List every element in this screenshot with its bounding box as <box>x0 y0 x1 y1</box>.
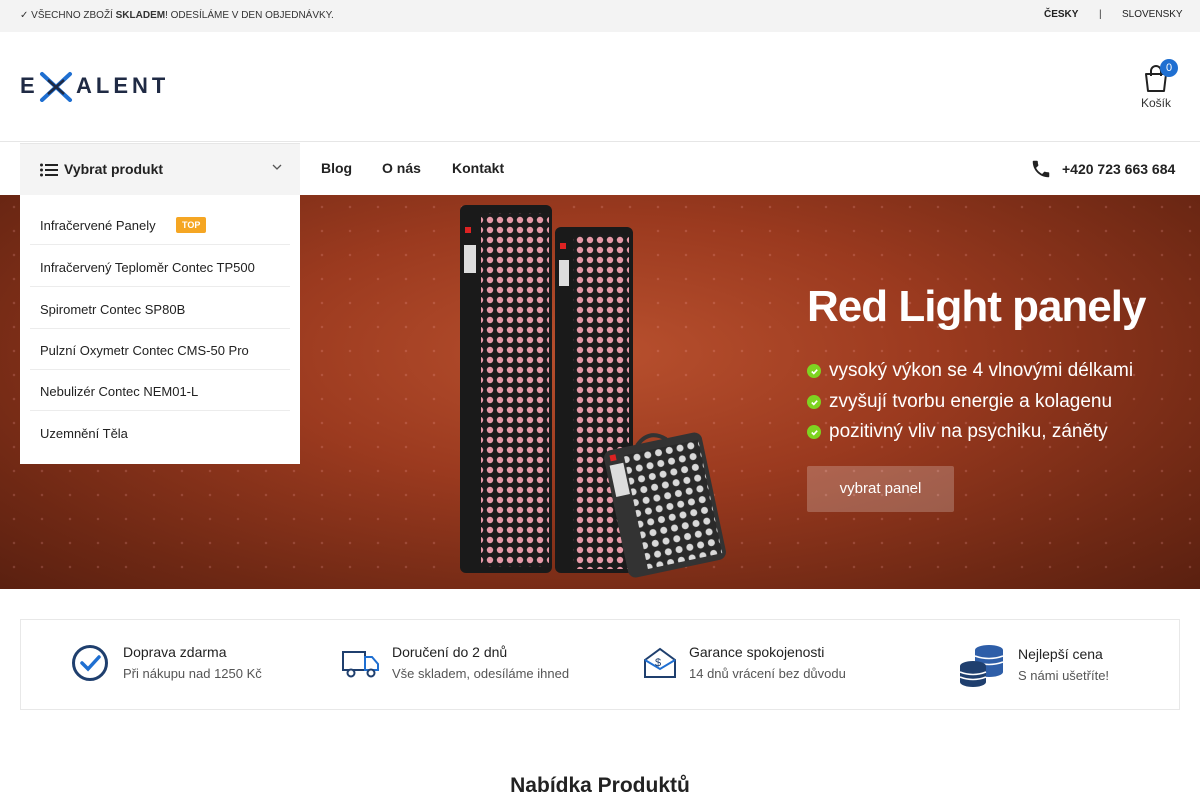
dropdown-item-label: Nebulizér Contec NEM01-L <box>40 384 199 399</box>
dropdown-item-label: Infračervený Teploměr Contec TP500 <box>40 260 255 275</box>
red-light-panel-image <box>460 205 726 578</box>
promo-text: ✓ VŠECHNO ZBOŽÍ SKLADEM! ODESÍLÁME V DEN… <box>20 10 334 21</box>
check-icon <box>807 425 821 439</box>
svg-text:$: $ <box>655 657 661 669</box>
dropdown-item[interactable]: Infračervené Panely TOP <box>30 204 290 245</box>
hero-bullet: pozitivný vliv na psychiku, záněty <box>807 420 1108 444</box>
dropdown-item[interactable]: Infračervený Teploměr Contec TP500 <box>30 246 290 287</box>
hero-bullet-text: pozitivný vliv na psychiku, záněty <box>829 421 1108 442</box>
promo-bold: SKLADEM <box>115 10 166 21</box>
phone-icon <box>1032 160 1050 178</box>
category-menu-button[interactable]: Vybrat produkt <box>20 143 300 195</box>
dropdown-item[interactable]: Pulzní Oxymetr Contec CMS-50 Pro <box>30 329 290 370</box>
feature-free-shipping: Doprava zdarma Při nákupu nad 1250 Kč <box>71 620 321 711</box>
cart-count-badge: 0 <box>1160 59 1178 77</box>
check-icon <box>807 395 821 409</box>
feature-title: Garance spokojenosti <box>689 644 825 660</box>
logo[interactable]: E ALENT <box>20 70 165 102</box>
features-bar: Doprava zdarma Při nákupu nad 1250 Kč Do… <box>20 619 1180 710</box>
lang-slovak-link[interactable]: SLOVENSKY <box>1122 9 1183 20</box>
choose-panel-button[interactable]: vybrat panel <box>807 466 954 512</box>
feature-subtitle: Při nákupu nad 1250 Kč <box>123 666 262 681</box>
dropdown-item-label: Pulzní Oxymetr Contec CMS-50 Pro <box>40 343 249 358</box>
top-badge: TOP <box>176 217 207 233</box>
feature-satisfaction: $ Garance spokojenosti 14 dnů vrácení be… <box>643 620 903 711</box>
check-circle-icon <box>72 645 108 681</box>
feature-subtitle: Vše skladem, odesíláme ihned <box>392 666 570 681</box>
promo-rest: ! ODESÍLÁME V DEN OBJEDNÁVKY. <box>165 10 334 21</box>
feature-title: Nejlepší cena <box>1018 646 1103 662</box>
logo-mark: E ALENT <box>20 72 165 102</box>
lang-czech-link[interactable]: ČESKY <box>1044 9 1078 20</box>
hero-bullet: vysoký výkon se 4 vlnovými délkami <box>807 359 1133 383</box>
dropdown-item-label: Spirometr Contec SP80B <box>40 302 186 317</box>
feature-delivery: Doručení do 2 dnů Vše skladem, odesíláme… <box>341 620 621 711</box>
dropdown-item[interactable]: Uzemnění Těla <box>30 412 290 453</box>
hero-bullet-text: zvyšují tvorbu energie a kolagenu <box>829 391 1113 412</box>
hero-bullet-text: vysoký výkon se 4 vlnovými délkami <box>829 360 1134 381</box>
dropdown-item-label: Infračervené Panely <box>40 218 156 233</box>
lang-separator: | <box>1099 9 1102 20</box>
cart-label: Košík <box>1140 96 1171 110</box>
main-nav: Vybrat produkt Blog O nás Kontakt +420 7… <box>0 143 1200 195</box>
phone-number: +420 723 663 684 <box>1062 161 1176 177</box>
promo-prefix: ✓ VŠECHNO ZBOŽÍ <box>20 10 116 21</box>
dropdown-item-label: Uzemnění Těla <box>40 426 128 441</box>
category-menu-label: Vybrat produkt <box>64 161 164 177</box>
category-dropdown: Infračervené Panely TOP Infračervený Tep… <box>20 195 300 464</box>
feature-subtitle: S námi ušetříte! <box>1018 668 1110 683</box>
nav-link-blog[interactable]: Blog <box>321 160 352 176</box>
svg-text:E: E <box>20 73 38 98</box>
nav-link-contact[interactable]: Kontakt <box>452 160 504 176</box>
feature-subtitle: 14 dnů vrácení bez důvodu <box>689 666 846 681</box>
site-header: E ALENT 0 Košík <box>0 32 1200 142</box>
feature-title: Doručení do 2 dnů <box>392 644 508 660</box>
truck-icon <box>342 651 379 678</box>
feature-title: Doprava zdarma <box>123 644 227 660</box>
list-icon <box>40 163 58 177</box>
chevron-down-icon <box>272 164 282 170</box>
dropdown-item[interactable]: Spirometr Contec SP80B <box>30 288 290 329</box>
cart-button[interactable]: 0 Košík <box>1136 59 1178 112</box>
nav-link-about[interactable]: O nás <box>382 160 421 176</box>
coins-icon <box>959 645 1004 687</box>
svg-text:ALENT: ALENT <box>76 73 165 98</box>
feature-best-price: Nejlepší cena S námi ušetříte! <box>959 620 1159 711</box>
dropdown-item[interactable]: Nebulizér Contec NEM01-L <box>30 370 290 411</box>
top-bar: ✓ VŠECHNO ZBOŽÍ SKLADEM! ODESÍLÁME V DEN… <box>0 0 1200 32</box>
hero-bullet: zvyšují tvorbu energie a kolagenu <box>807 390 1112 414</box>
phone-contact[interactable]: +420 723 663 684 <box>1030 157 1175 181</box>
money-envelope-icon: $ <box>644 647 676 678</box>
section-title: Nabídka Produktů <box>510 774 690 797</box>
hero-title: Red Light panely <box>807 282 1146 331</box>
check-icon <box>807 364 821 378</box>
